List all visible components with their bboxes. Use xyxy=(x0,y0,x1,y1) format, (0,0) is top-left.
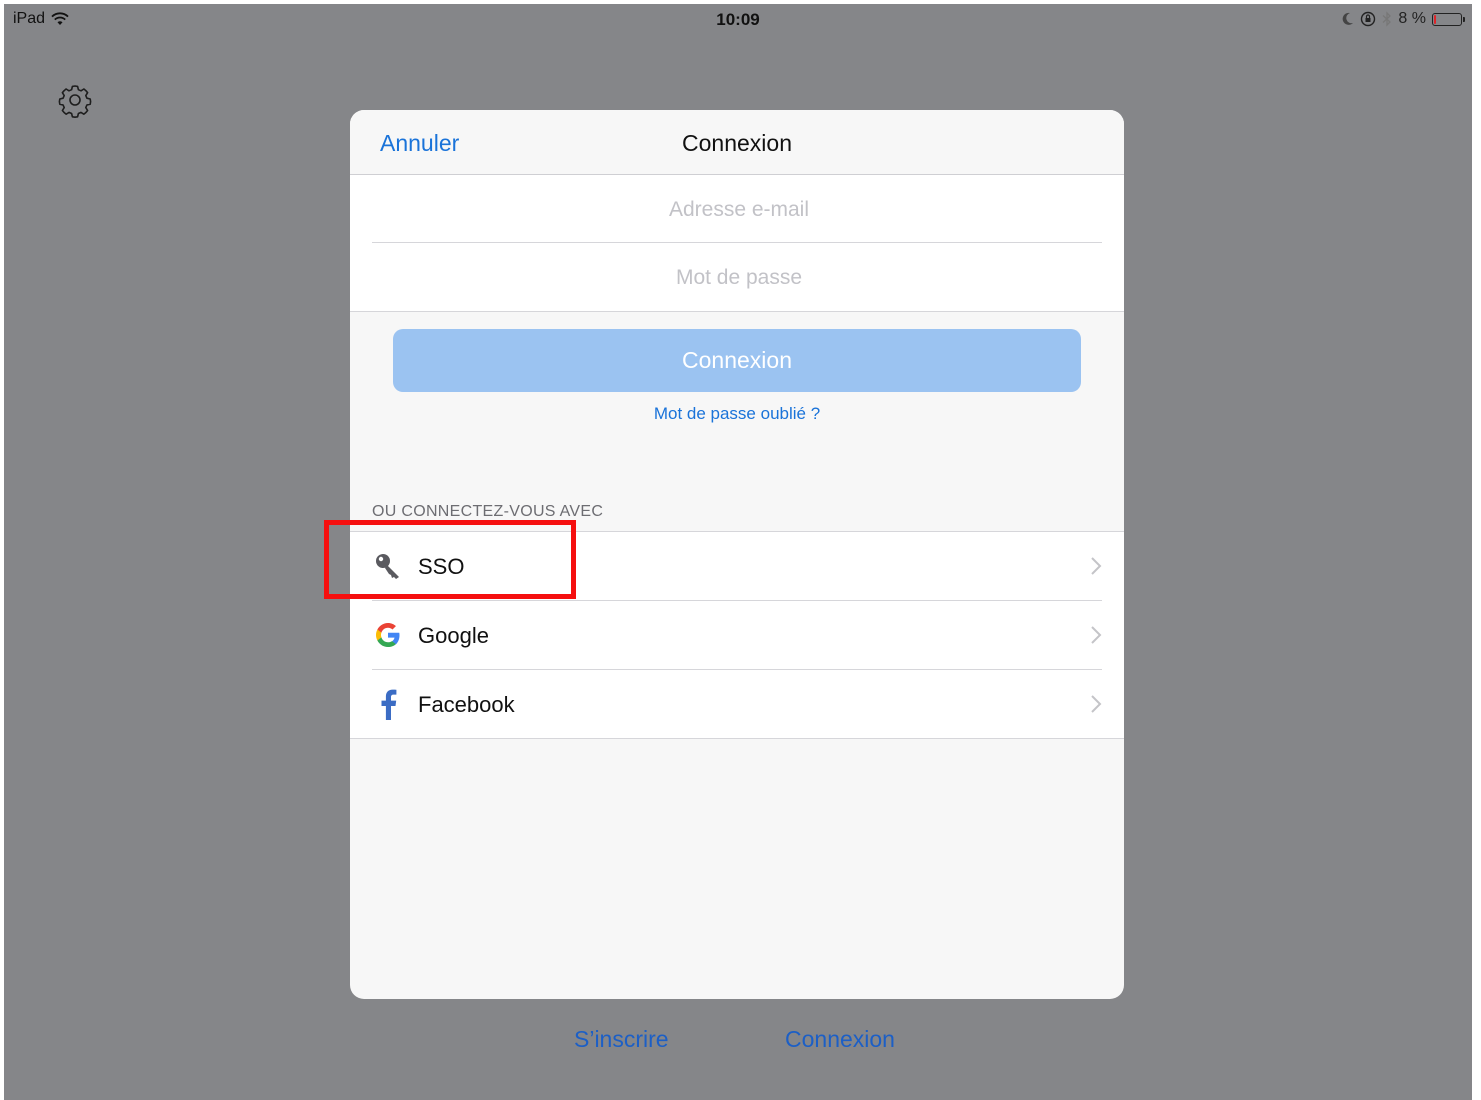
chevron-right-icon xyxy=(1091,626,1102,644)
status-right: 8 % xyxy=(1342,10,1465,28)
credentials-form xyxy=(350,175,1124,313)
battery-level xyxy=(1434,14,1436,24)
app-screen: iPad 10:09 8 % Annuler Connexion Adresse… xyxy=(4,4,1472,1100)
provider-label-google: Google xyxy=(418,623,489,648)
rotation-lock-icon xyxy=(1361,11,1376,27)
email-field[interactable] xyxy=(350,175,1124,245)
facebook-icon xyxy=(372,688,404,720)
bluetooth-icon xyxy=(1382,11,1392,27)
moon-icon xyxy=(1343,12,1354,25)
forgot-password-link[interactable]: Mot de passe oublié ? xyxy=(350,404,1124,424)
provider-row-google[interactable]: Google xyxy=(350,601,1124,670)
signup-link[interactable]: S’inscrire xyxy=(574,1026,669,1053)
password-field-row xyxy=(350,243,1124,313)
chevron-right-icon xyxy=(1091,695,1102,713)
modal-title: Connexion xyxy=(682,130,792,156)
gear-icon[interactable] xyxy=(57,82,93,118)
status-bar: iPad 10:09 8 % xyxy=(4,4,1472,34)
battery-percent: 8 % xyxy=(1398,10,1426,27)
login-button[interactable]: Connexion xyxy=(393,329,1081,392)
provider-label-facebook: Facebook xyxy=(418,692,515,717)
password-field[interactable] xyxy=(350,243,1124,313)
sso-highlight-box xyxy=(324,520,576,599)
modal-nav-bar: Annuler Connexion xyxy=(350,110,1124,175)
alt-login-section-header: OU CONNECTEZ-VOUS AVEC xyxy=(372,503,604,520)
bottom-login-link[interactable]: Connexion xyxy=(785,1026,895,1053)
provider-row-facebook[interactable]: Facebook xyxy=(350,670,1124,738)
status-time: 10:09 xyxy=(716,10,760,29)
chevron-right-icon xyxy=(1091,557,1102,575)
email-field-row xyxy=(350,175,1124,245)
google-icon xyxy=(372,619,404,651)
battery-icon xyxy=(1432,12,1465,26)
